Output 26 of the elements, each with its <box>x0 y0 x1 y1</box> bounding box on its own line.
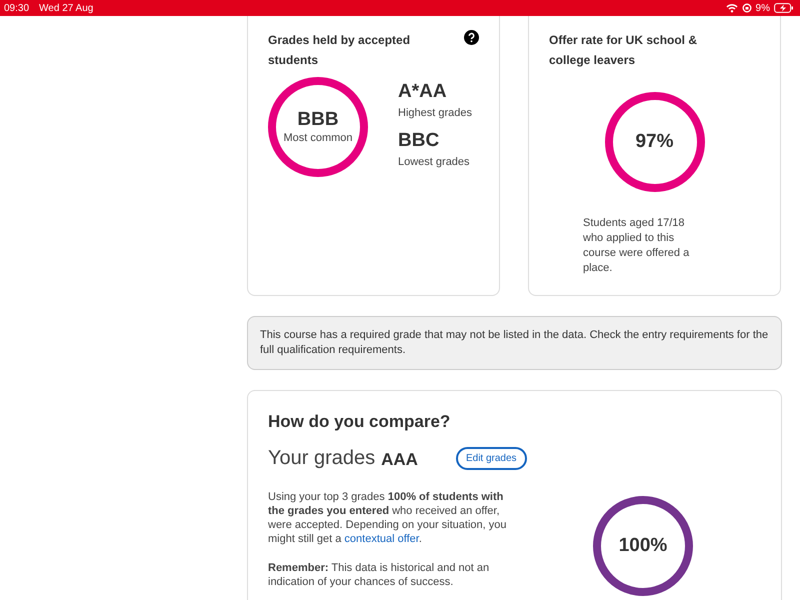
section-heading: How do you compare? <box>268 411 452 433</box>
orientation-lock-icon <box>742 3 752 13</box>
your-grades-value: AAA <box>381 450 418 470</box>
most-common-label: Most common <box>283 131 353 145</box>
status-time: 09:30 <box>4 2 30 14</box>
remember-text: Remember: This data is historical and not an indication of your chances of success. <box>268 561 490 589</box>
lowest-label: Lowest grades <box>398 155 470 169</box>
contextual-offer-link[interactable]: contextual offer <box>344 533 419 545</box>
status-date: Wed 27 Aug <box>39 2 94 14</box>
wifi-icon <box>726 3 738 13</box>
edit-grades-button[interactable]: Edit grades <box>456 447 527 470</box>
battery-charging-icon <box>774 3 794 13</box>
compare-rate: 100% <box>618 535 668 557</box>
notice-text: This course has a required grade that may not be listed in the data. Check the entry requirements for the full qualification requirements. <box>247 316 782 370</box>
highest-label: Highest grades <box>398 106 472 120</box>
highest-grade: A*AA <box>398 81 447 103</box>
most-common-grade: BBB <box>297 109 339 131</box>
card-title: Offer rate for UK school & college leavers <box>549 32 698 69</box>
battery-percent: 9% <box>756 2 770 14</box>
compare-text: Using your top 3 grades 100% of students with the grades you entered who received an offer, were accepted. Depending on your situation, you might still get a contextual offer. <box>268 490 508 546</box>
offer-rate: 97% <box>635 131 674 153</box>
offer-description: Students aged 17/18 who applied to this course were offered a place. <box>583 216 690 276</box>
help-icon[interactable] <box>464 30 479 45</box>
your-grades-label: Your grades <box>268 447 376 470</box>
lowest-grade: BBC <box>398 130 440 152</box>
card-title: Grades held by accepted students <box>268 32 412 69</box>
